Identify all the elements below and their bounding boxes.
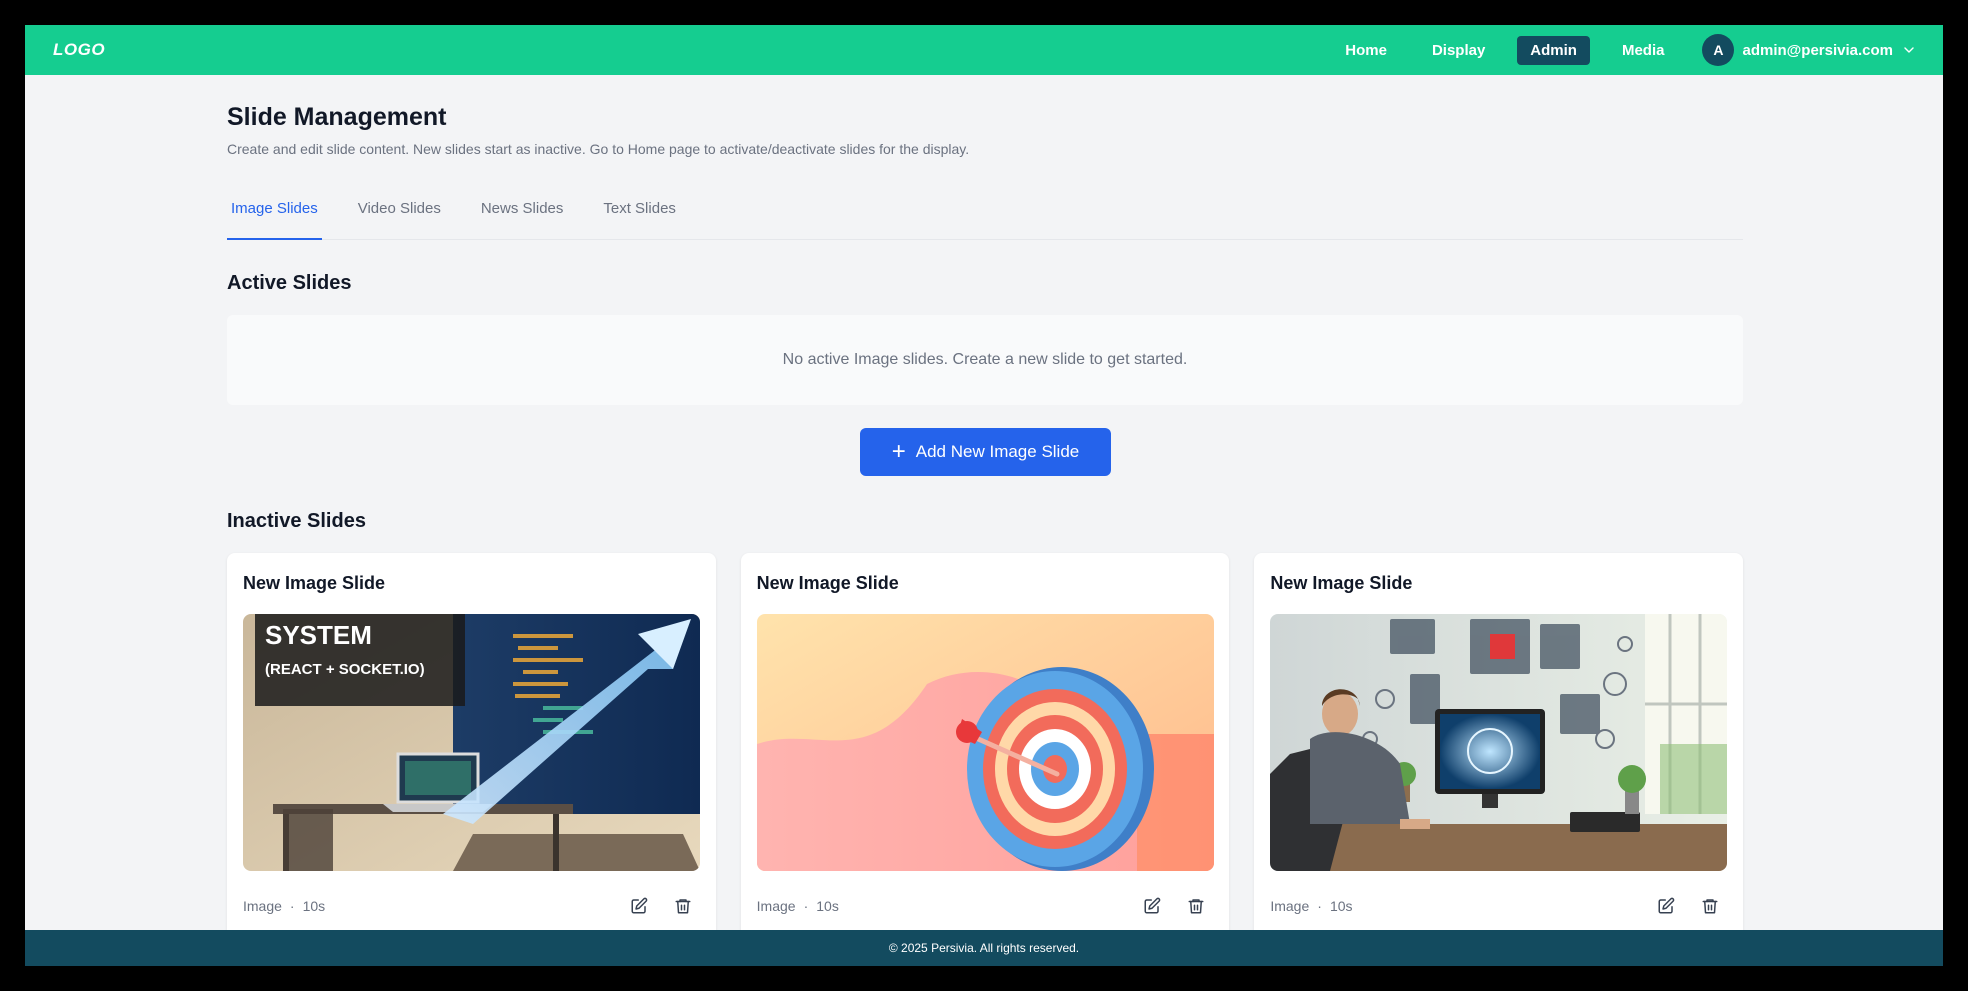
footer: © 2025 Persivia. All rights reserved. [25, 930, 1943, 966]
slide-type: Image [1270, 898, 1310, 914]
add-new-image-slide-button[interactable]: + Add New Image Slide [860, 428, 1111, 476]
edit-slide-button[interactable] [1651, 891, 1681, 921]
tab-text-slides[interactable]: Text Slides [599, 195, 680, 240]
edit-icon [631, 897, 647, 914]
logo[interactable]: LOGO [53, 40, 105, 60]
slide-meta: Image · 10s [757, 898, 839, 914]
slide-thumbnail[interactable] [1270, 614, 1728, 871]
chevron-down-icon [1904, 47, 1914, 53]
page-title: Slide Management [227, 103, 447, 131]
slide-type: Image [243, 898, 282, 914]
tab-image-slides[interactable]: Image Slides [227, 195, 322, 240]
slide-card: New Image Slide [1254, 553, 1744, 953]
trash-icon [1188, 899, 1204, 914]
user-menu[interactable]: A admin@persivia.com [1702, 34, 1915, 66]
active-slides-heading: Active Slides [227, 272, 352, 294]
edit-slide-button[interactable] [624, 891, 654, 921]
tab-video-slides[interactable]: Video Slides [354, 195, 445, 240]
slide-card-title: New Image Slide [1270, 573, 1413, 593]
slide-card-title: New Image Slide [756, 573, 899, 593]
slide-card: New Image Slide [740, 553, 1230, 953]
edit-icon [1144, 897, 1161, 914]
trash-icon [675, 899, 691, 914]
slide-type: Image [756, 898, 796, 914]
avatar: A [1702, 34, 1735, 66]
slide-overlay-subtitle: (REACT + SOCKET.IO) [265, 661, 425, 678]
inactive-slides-grid: New Image Slide SYSTEM (REACT + SOCKET.I… [227, 553, 1744, 953]
edit-icon [1658, 897, 1675, 914]
slide-meta: Image · 10s [243, 898, 325, 914]
slide-actions [1137, 891, 1211, 921]
slide-duration: 10s [816, 898, 839, 914]
slide-overlay-title: SYSTEM [265, 620, 372, 650]
separator-dot: · [289, 898, 295, 914]
top-navbar: LOGO Home Display Admin Media A admin@pe… [25, 25, 1943, 75]
user-email: admin@persivia.com [1742, 41, 1893, 59]
slide-duration: 10s [1329, 898, 1353, 914]
slide-actions [624, 891, 698, 921]
main-nav: Home Display Admin Media [1313, 35, 1678, 65]
slide-duration: 10s [302, 898, 326, 914]
slide-card: New Image Slide [227, 553, 716, 953]
delete-slide-button[interactable] [1695, 891, 1725, 921]
delete-slide-button[interactable] [1181, 891, 1211, 921]
separator-dot: · [1317, 898, 1322, 914]
trash-icon [1702, 899, 1718, 914]
slide-type-tabs: Image Slides Video Slides News Slides Te… [227, 195, 1743, 240]
nav-display[interactable]: Display [1419, 36, 1498, 65]
tab-news-slides[interactable]: News Slides [477, 195, 568, 240]
inactive-slides-heading: Inactive Slides [227, 510, 366, 532]
add-button-label: Add New Image Slide [915, 442, 1080, 461]
page-subtitle: Create and edit slide content. New slide… [227, 141, 970, 157]
active-slides-empty-state: No active Image slides. Create a new sli… [227, 315, 1743, 405]
app-window: LOGO Home Display Admin Media A admin@pe… [25, 25, 1943, 966]
plus-icon: + [891, 438, 906, 465]
slide-thumbnail[interactable] [756, 614, 1214, 871]
delete-slide-button[interactable] [668, 891, 698, 921]
nav-media[interactable]: Media [1609, 36, 1678, 65]
slide-card-title: New Image Slide [243, 573, 386, 593]
slide-thumbnail[interactable]: SYSTEM (REACT + SOCKET.IO) [243, 614, 700, 871]
edit-slide-button[interactable] [1137, 891, 1167, 921]
separator-dot: · [803, 898, 809, 914]
nav-home[interactable]: Home [1332, 36, 1400, 65]
slide-meta: Image · 10s [1270, 898, 1352, 914]
nav-admin[interactable]: Admin [1517, 35, 1590, 65]
slide-actions [1651, 891, 1725, 921]
